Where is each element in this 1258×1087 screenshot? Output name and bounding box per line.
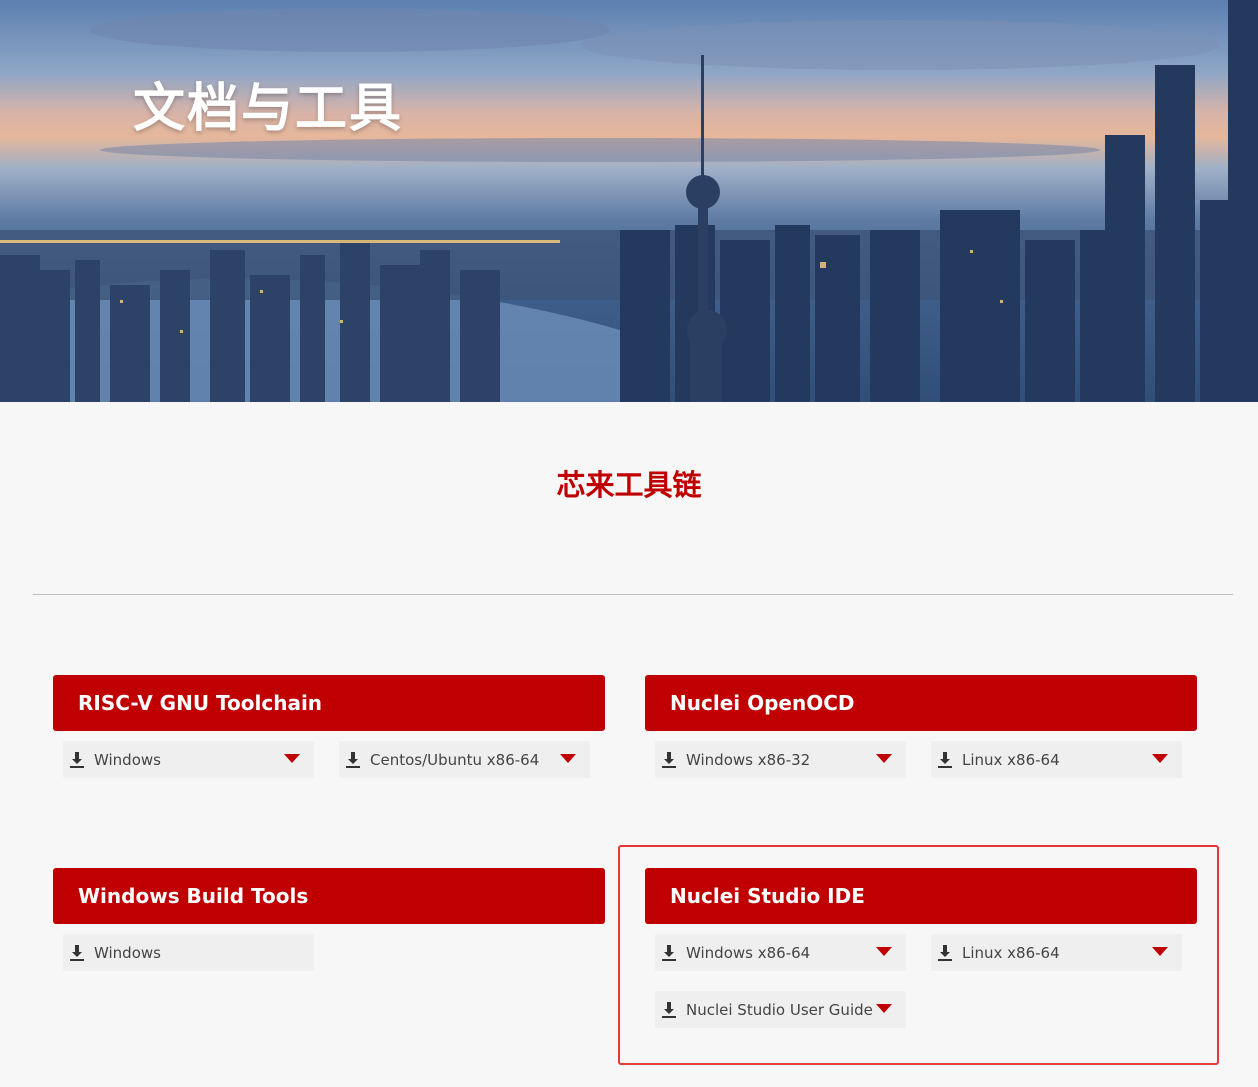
- download-windows-button[interactable]: Windows: [63, 934, 314, 971]
- download-centos-ubuntu-button[interactable]: Centos/Ubuntu x86-64: [339, 741, 590, 778]
- download-user-guide-button[interactable]: Nuclei Studio User Guide: [655, 991, 906, 1028]
- download-icon: [70, 751, 84, 768]
- caret-down-icon[interactable]: [876, 1004, 892, 1013]
- download-label: Windows: [94, 750, 161, 769]
- download-label: Nuclei Studio User Guide: [686, 1000, 873, 1019]
- card-header-windows-build-tools: Windows Build Tools: [53, 868, 605, 924]
- download-label: Windows: [94, 943, 161, 962]
- download-linux-x86-64-button[interactable]: Linux x86-64: [931, 741, 1182, 778]
- city-skyline-image: [0, 0, 1258, 402]
- caret-down-icon[interactable]: [1152, 754, 1168, 763]
- download-icon: [662, 1001, 676, 1018]
- download-label: Linux x86-64: [962, 943, 1060, 962]
- download-windows-x86-32-button[interactable]: Windows x86-32: [655, 741, 906, 778]
- caret-down-icon[interactable]: [560, 754, 576, 763]
- caret-down-icon[interactable]: [1152, 947, 1168, 956]
- download-icon: [938, 944, 952, 961]
- download-icon: [662, 944, 676, 961]
- hero-banner: 文档与工具: [0, 0, 1258, 402]
- caret-down-icon[interactable]: [876, 754, 892, 763]
- download-label: Centos/Ubuntu x86-64: [370, 750, 540, 769]
- download-label: Windows x86-64: [686, 943, 811, 962]
- caret-down-icon[interactable]: [876, 947, 892, 956]
- card-header-risc-v-gnu-toolchain: RISC-V GNU Toolchain: [53, 675, 605, 731]
- divider: [33, 594, 1233, 595]
- caret-down-icon[interactable]: [284, 754, 300, 763]
- download-icon: [70, 944, 84, 961]
- card-header-nuclei-openocd: Nuclei OpenOCD: [645, 675, 1197, 731]
- download-icon: [346, 751, 360, 768]
- section-title: 芯来工具链: [556, 468, 702, 502]
- download-icon: [938, 751, 952, 768]
- download-icon: [662, 751, 676, 768]
- card-header-nuclei-studio-ide: Nuclei Studio IDE: [645, 868, 1197, 924]
- download-label: Windows x86-32: [686, 750, 811, 769]
- hero-title: 文档与工具: [133, 79, 404, 139]
- download-windows-x86-64-button[interactable]: Windows x86-64: [655, 934, 906, 971]
- download-windows-button[interactable]: Windows: [63, 741, 314, 778]
- download-linux-x86-64-button[interactable]: Linux x86-64: [931, 934, 1182, 971]
- download-label: Linux x86-64: [962, 750, 1060, 769]
